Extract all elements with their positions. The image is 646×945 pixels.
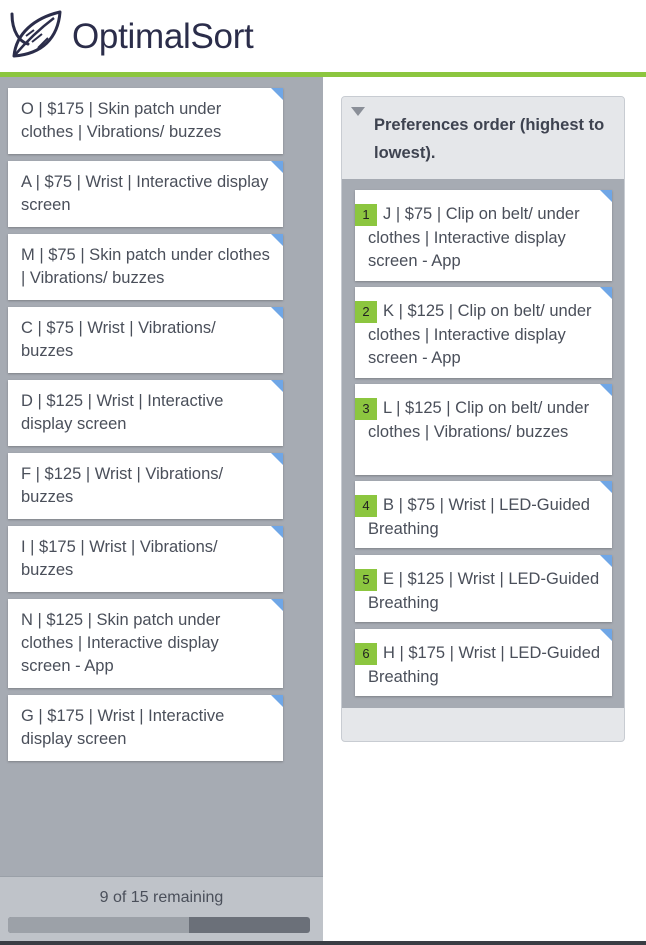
card-label: G | $175 | Wrist | Interactive display s…: [21, 707, 225, 748]
card-label: B | $75 | Wrist | LED-Guided Breathing: [368, 496, 590, 538]
remaining-count: 9 of 15 remaining: [99, 889, 224, 906]
rank-badge: 1: [355, 204, 377, 226]
progress-bar-fill: [8, 917, 190, 933]
card-item[interactable]: F | $125 | Wrist | Vibrations/ buzzes: [8, 453, 283, 519]
corner-marker-icon: [271, 380, 283, 392]
card-label: J | $75 | Clip on belt/ under clothes | …: [368, 205, 580, 270]
card-label: K | $125 | Clip on belt/ under clothes |…: [368, 302, 592, 367]
card-item[interactable]: A | $75 | Wrist | Interactive display sc…: [8, 161, 283, 227]
category-preferences-order[interactable]: Preferences order (highest to lowest). 1…: [341, 96, 625, 742]
rank-badge: 2: [355, 301, 377, 323]
card-label: N | $125 | Skin patch under clothes | In…: [21, 611, 221, 675]
sorted-card[interactable]: 1J | $75 | Clip on belt/ under clothes |…: [355, 190, 612, 281]
corner-marker-icon: [600, 190, 612, 202]
progress-footer: 9 of 15 remaining: [0, 876, 323, 945]
progress-bar: [8, 917, 310, 933]
card-label: L | $125 | Clip on belt/ under clothes |…: [368, 399, 590, 441]
sorted-card[interactable]: 5E | $125 | Wrist | LED-Guided Breathing: [355, 555, 612, 622]
rank-badge: 4: [355, 495, 377, 517]
brand-name: OptimalSort: [72, 17, 254, 56]
sorted-card[interactable]: 2K | $125 | Clip on belt/ under clothes …: [355, 287, 612, 378]
card-label: A | $75 | Wrist | Interactive display sc…: [21, 173, 269, 214]
category-title: Preferences order (highest to lowest).: [374, 116, 605, 162]
card-item[interactable]: D | $125 | Wrist | Interactive display s…: [8, 380, 283, 446]
corner-marker-icon: [271, 695, 283, 707]
corner-marker-icon: [271, 234, 283, 246]
leaf-icon: [10, 10, 62, 58]
card-label: H | $175 | Wrist | LED-Guided Breathing: [368, 644, 601, 686]
card-label: D | $125 | Wrist | Interactive display s…: [21, 392, 224, 433]
sorted-card[interactable]: 3L | $125 | Clip on belt/ under clothes …: [355, 384, 612, 475]
corner-marker-icon: [600, 481, 612, 493]
category-header[interactable]: Preferences order (highest to lowest).: [342, 97, 624, 179]
app-header: OptimalSort: [0, 0, 646, 72]
corner-marker-icon: [271, 453, 283, 465]
card-item[interactable]: I | $175 | Wrist | Vibrations/ buzzes: [8, 526, 283, 592]
corner-marker-icon: [600, 555, 612, 567]
card-item[interactable]: C | $75 | Wrist | Vibrations/ buzzes: [8, 307, 283, 373]
triangle-down-icon[interactable]: [351, 107, 365, 116]
sorted-card[interactable]: 4B | $75 | Wrist | LED-Guided Breathing: [355, 481, 612, 548]
window-bottom-edge: [0, 941, 646, 945]
card-label: O | $175 | Skin patch under clothes | Vi…: [21, 100, 222, 141]
card-label: C | $75 | Wrist | Vibrations/ buzzes: [21, 319, 216, 360]
rank-badge: 5: [355, 569, 377, 591]
corner-marker-icon: [600, 287, 612, 299]
card-label: I | $175 | Wrist | Vibrations/ buzzes: [21, 538, 218, 579]
corner-marker-icon: [271, 161, 283, 173]
card-item[interactable]: G | $175 | Wrist | Interactive display s…: [8, 695, 283, 761]
rank-badge: 6: [355, 643, 377, 665]
corner-marker-icon: [271, 307, 283, 319]
card-item[interactable]: M | $75 | Skin patch under clothes | Vib…: [8, 234, 283, 300]
unsorted-cards-panel: O | $175 | Skin patch under clothes | Vi…: [0, 77, 323, 945]
card-item[interactable]: N | $125 | Skin patch under clothes | In…: [8, 599, 283, 688]
card-label: M | $75 | Skin patch under clothes | Vib…: [21, 246, 270, 287]
sorted-card[interactable]: 6H | $175 | Wrist | LED-Guided Breathing: [355, 629, 612, 696]
corner-marker-icon: [600, 629, 612, 641]
corner-marker-icon: [271, 526, 283, 538]
corner-marker-icon: [600, 384, 612, 396]
corner-marker-icon: [271, 88, 283, 100]
rank-badge: 3: [355, 398, 377, 420]
card-label: E | $125 | Wrist | LED-Guided Breathing: [368, 570, 600, 612]
card-item[interactable]: O | $175 | Skin patch under clothes | Vi…: [8, 88, 283, 154]
card-label: F | $125 | Wrist | Vibrations/ buzzes: [21, 465, 224, 506]
corner-marker-icon: [271, 599, 283, 611]
category-drop-zone[interactable]: 1J | $75 | Clip on belt/ under clothes |…: [342, 179, 624, 708]
